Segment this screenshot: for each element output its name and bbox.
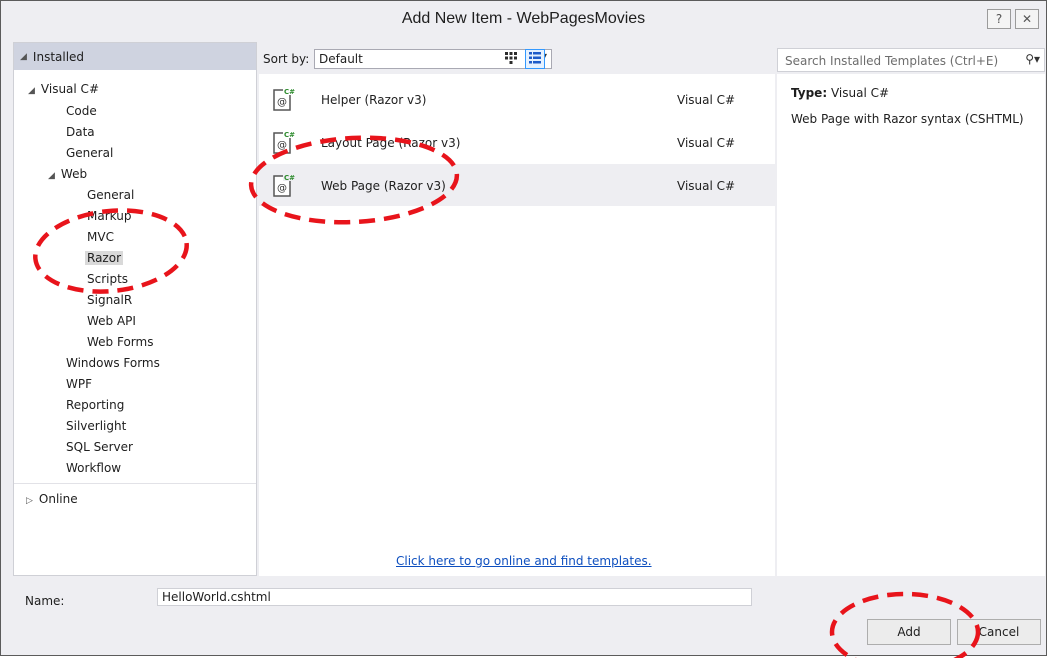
name-field[interactable]: HelloWorld.cshtml (157, 588, 752, 606)
tree-item-razor[interactable]: Razor (85, 251, 124, 265)
list-view-button[interactable] (525, 49, 545, 69)
tree-item-online[interactable]: ▷ Online (26, 492, 78, 506)
tree-item-general[interactable]: General (66, 146, 113, 160)
tree-item-windows-forms[interactable]: Windows Forms (66, 356, 160, 370)
close-button[interactable]: ✕ (1015, 9, 1039, 29)
tree-item-signalr[interactable]: SignalR (87, 293, 132, 307)
tree-item-wpf[interactable]: WPF (66, 377, 92, 391)
template-name: Web Page (Razor v3) (321, 179, 446, 193)
template-row-web-page[interactable]: @ C# Web Page (Razor v3) Visual C# (259, 164, 775, 206)
tree-item-web-general[interactable]: General (87, 188, 134, 202)
cancel-button[interactable]: Cancel (957, 619, 1041, 645)
razor-csharp-file-icon: @ C# (273, 129, 295, 154)
template-category-tree: ◢ Installed ◢ Visual C# Code Data General… (13, 42, 257, 576)
svg-text:@: @ (277, 183, 287, 194)
razor-csharp-file-icon: @ C# (273, 172, 295, 197)
close-icon: ✕ (1021, 12, 1033, 26)
sort-toolbar: Sort by: Default ▾ (259, 42, 775, 72)
collapsed-arrow-icon: ▷ (26, 496, 33, 506)
tree-item-web[interactable]: ◢ Web (48, 167, 87, 181)
tree-item-reporting[interactable]: Reporting (66, 398, 124, 412)
tree-item-mvc[interactable]: MVC (87, 230, 114, 244)
tree-item-label: Visual C# (40, 82, 99, 96)
tree-item-visual-csharp[interactable]: ◢ Visual C# (28, 82, 99, 96)
template-name: Layout Page (Razor v3) (321, 136, 461, 150)
installed-header[interactable]: ◢ Installed (14, 43, 256, 70)
tree-item-label: Online (38, 492, 78, 506)
tree-item-web-forms[interactable]: Web Forms (87, 335, 153, 349)
tree-item-silverlight[interactable]: Silverlight (66, 419, 126, 433)
sort-value: Default (319, 52, 363, 66)
add-new-item-dialog: Add New Item - WebPagesMovies ? ✕ ◢ Inst… (0, 0, 1047, 656)
template-language: Visual C# (677, 93, 736, 107)
tree-item-data[interactable]: Data (66, 125, 95, 139)
search-icon[interactable]: ⚲▾ (1025, 52, 1040, 66)
svg-text:C#: C# (284, 131, 295, 139)
name-label: Name: (25, 594, 65, 608)
sort-label: Sort by: (263, 52, 310, 66)
tree-divider (14, 483, 256, 484)
template-language: Visual C# (677, 136, 736, 150)
title-bar: Add New Item - WebPagesMovies ? ✕ (1, 1, 1046, 38)
installed-label: Installed (32, 49, 85, 64)
template-language: Visual C# (677, 179, 736, 193)
svg-text:@: @ (277, 97, 287, 108)
search-templates-input[interactable]: Search Installed Templates (Ctrl+E) ⚲▾ (777, 48, 1045, 72)
tree-item-sql-server[interactable]: SQL Server (66, 440, 133, 454)
svg-text:C#: C# (284, 88, 295, 96)
expanded-arrow-icon: ◢ (28, 86, 35, 96)
list-icon (529, 51, 541, 67)
collapse-arrow-icon: ◢ (20, 51, 27, 62)
add-button[interactable]: Add (867, 619, 951, 645)
template-description: Web Page with Razor syntax (CSHTML) (791, 112, 1024, 126)
type-label: Type: (791, 86, 828, 100)
template-row-layout-page[interactable]: @ C# Layout Page (Razor v3) Visual C# (259, 121, 775, 163)
tree-item-scripts[interactable]: Scripts (87, 272, 128, 286)
svg-text:@: @ (277, 140, 287, 151)
svg-text:C#: C# (284, 174, 295, 182)
grid-icon (505, 51, 517, 67)
template-row-helper[interactable]: @ C# Helper (Razor v3) Visual C# (259, 78, 775, 120)
help-icon: ? (995, 12, 1003, 26)
tree-item-label: Web (60, 167, 88, 181)
type-value: Visual C# (830, 86, 890, 100)
tree-item-code[interactable]: Code (66, 104, 97, 118)
help-button[interactable]: ? (987, 9, 1011, 29)
tree-item-markup[interactable]: Markup (87, 209, 131, 223)
tree-item-workflow[interactable]: Workflow (66, 461, 121, 475)
type-info: Type: Visual C# (791, 86, 889, 100)
template-details-panel: Type: Visual C# Web Page with Razor synt… (777, 74, 1045, 576)
expanded-arrow-icon: ◢ (48, 171, 55, 181)
template-list: @ C# Helper (Razor v3) Visual C# @ C# Layo… (259, 74, 775, 576)
search-placeholder: Search Installed Templates (Ctrl+E) (785, 54, 999, 68)
online-templates-link[interactable]: Click here to go online and find templat… (396, 554, 652, 568)
window-title: Add New Item - WebPagesMovies (401, 10, 646, 27)
template-name: Helper (Razor v3) (321, 93, 427, 107)
tree-item-web-api[interactable]: Web API (87, 314, 136, 328)
small-icons-view-button[interactable] (501, 49, 521, 69)
razor-csharp-file-icon: @ C# (273, 86, 295, 111)
